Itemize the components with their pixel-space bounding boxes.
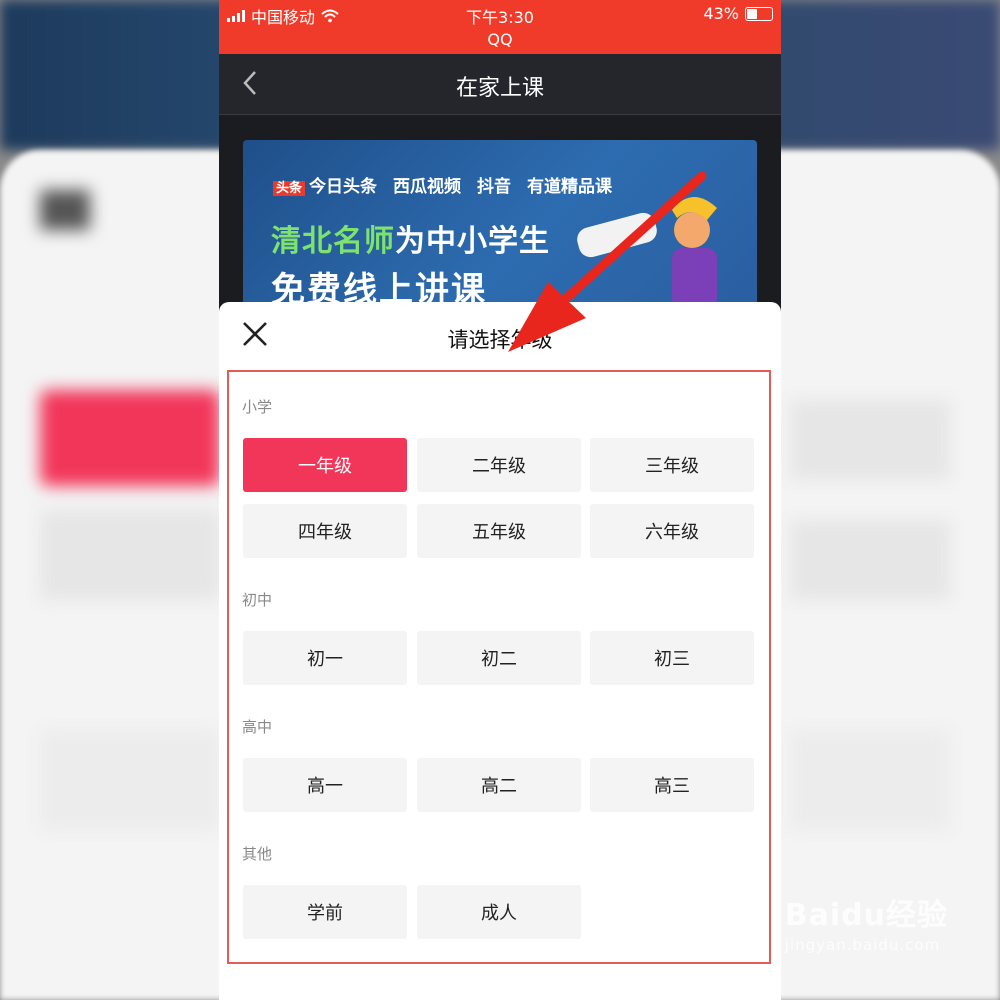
status-time: 下午3:30: [466, 8, 534, 27]
battery-percent: 43%: [703, 4, 739, 23]
battery-indicator: 43%: [703, 4, 773, 23]
banner-headline: 清北名师为中小学生: [271, 216, 550, 260]
status-bar: 中国移动 下午3:30 43% QQ: [219, 0, 781, 54]
brand-toutiao: 头条 今日头条: [273, 172, 377, 197]
brand-xigua: 西瓜视频: [393, 177, 462, 197]
return-to-app-label[interactable]: QQ: [219, 30, 781, 49]
page-title: 在家上课: [455, 76, 544, 101]
blurred-block: [790, 400, 950, 480]
blurred-block: [790, 520, 950, 600]
watermark-main: Baidu经验: [784, 898, 948, 933]
blurred-block: [40, 730, 220, 830]
blurred-block: [40, 510, 220, 600]
grade-picker-sheet: 请选择年级 小学 一年级 二年级 三年级 四年级 五年级 六年级 初中 初一 初…: [219, 302, 781, 1000]
brand-row: 头条 今日头条 西瓜视频 抖音 有道精品课: [273, 172, 612, 197]
watermark-sub: jingyan.baidu.com: [784, 936, 941, 954]
toutiao-badge: 头条: [273, 181, 306, 196]
baidu-watermark: Baidu经验 jingyan.baidu.com: [785, 890, 948, 954]
telescope-illustration: [577, 196, 717, 308]
highlight-frame: [227, 370, 771, 964]
nav-bar: 在家上课: [219, 54, 781, 115]
battery-icon: [745, 6, 773, 21]
brand-douyin: 抖音: [477, 177, 512, 197]
phone-screen: 中国移动 下午3:30 43% QQ 在家上课 头条 今日头条 西瓜视频 抖音 有…: [219, 0, 781, 1000]
promo-banner[interactable]: 头条 今日头条 西瓜视频 抖音 有道精品课 清北名师为中小学生 免费线上讲课: [243, 140, 757, 320]
blurred-block: [40, 190, 90, 230]
blurred-selected-block: [40, 390, 220, 486]
sheet-title: 请选择年级: [447, 328, 553, 352]
blurred-block: [790, 730, 950, 830]
headline-accent: 清北名师: [271, 224, 395, 259]
headline-rest: 为中小学生: [395, 224, 550, 259]
